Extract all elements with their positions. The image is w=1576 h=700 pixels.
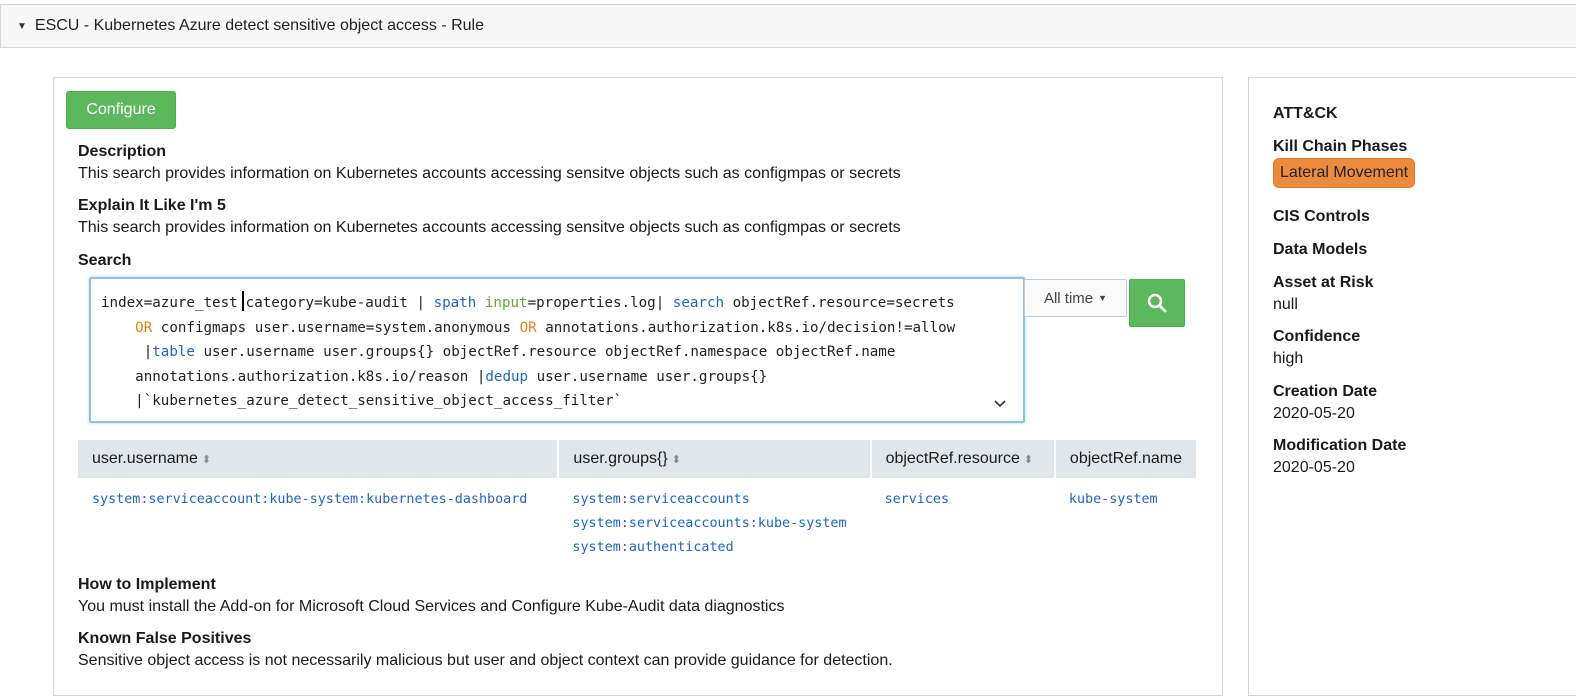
section-title: ESCU - Kubernetes Azure detect sensitive… (34, 17, 485, 34)
known-false-positives-text: Sensitive object access is not necessari… (78, 652, 893, 669)
description-text: This search provides information on Kube… (78, 165, 901, 182)
kill-chain-badge: Lateral Movement (1273, 158, 1416, 188)
creation-date-value: 2020-05-20 (1273, 405, 1355, 422)
search-button[interactable] (1129, 279, 1185, 327)
how-to-implement-text: You must install the Add-on for Microsof… (78, 598, 785, 615)
time-range-picker[interactable]: All time ▼ (1024, 279, 1127, 317)
results-table: user.username ⬍ user.groups{} ⬍ objectRef.… (78, 440, 1199, 560)
metadata-panel: ATT&CK Kill Chain Phases Lateral Movemen… (1248, 77, 1576, 696)
column-header-groups[interactable]: user.groups{} ⬍ (558, 440, 872, 478)
column-header-username[interactable]: user.username ⬍ (78, 440, 560, 478)
search-query-text[interactable]: index=azure_test category=kube-audit | sp… (101, 291, 999, 414)
known-false-positives-label: Known False Positives (78, 630, 252, 647)
cell-resource[interactable]: services (871, 478, 1055, 560)
asset-at-risk-value: null (1273, 296, 1298, 313)
time-range-label: All time (1043, 289, 1094, 307)
column-header-name[interactable]: objectRef.name (1054, 440, 1199, 478)
confidence-value: high (1273, 350, 1304, 367)
data-models-label: Data Models (1273, 241, 1368, 258)
cell-username[interactable]: system:serviceaccount:kube-system:kubern… (78, 478, 558, 560)
confidence-label: Confidence (1273, 328, 1361, 345)
caret-down-icon[interactable]: ▼ (17, 21, 27, 32)
kill-chain-label: Kill Chain Phases (1273, 138, 1408, 155)
sort-icon[interactable]: ⬍ (1024, 454, 1033, 466)
eli5-label: Explain It Like I'm 5 (78, 197, 226, 214)
cell-name[interactable]: kube-system (1055, 478, 1197, 560)
description-label: Description (78, 143, 167, 160)
section-header[interactable]: ▼ ESCU - Kubernetes Azure detect sensiti… (0, 4, 1576, 48)
search-label: Search (78, 252, 132, 269)
group-value[interactable]: system:serviceaccounts (572, 488, 856, 512)
sort-icon[interactable]: ⬍ (202, 454, 211, 466)
how-to-implement-label: How to Implement (78, 576, 216, 593)
caret-down-icon: ▼ (1098, 293, 1108, 303)
chevron-down-icon[interactable] (993, 397, 1007, 411)
asset-at-risk-label: Asset at Risk (1273, 274, 1374, 291)
search-query-editor[interactable]: index=azure_test category=kube-audit | sp… (89, 277, 1025, 423)
creation-date-label: Creation Date (1273, 383, 1378, 400)
eli5-text: This search provides information on Kube… (78, 219, 901, 236)
modification-date-label: Modification Date (1273, 437, 1407, 454)
configure-button[interactable]: Configure (66, 91, 176, 129)
detail-panel: Configure Description This search provid… (53, 77, 1223, 696)
cis-controls-label: CIS Controls (1273, 208, 1370, 225)
search-icon (1147, 293, 1167, 313)
attck-label: ATT&CK (1273, 105, 1338, 122)
cell-groups: system:serviceaccounts system:serviceacc… (558, 478, 870, 560)
group-value[interactable]: system:serviceaccounts:kube-system (572, 512, 856, 536)
text-cursor (241, 291, 244, 311)
column-header-resource[interactable]: objectRef.resource ⬍ (870, 440, 1056, 478)
modification-date-value: 2020-05-20 (1273, 459, 1355, 476)
sort-icon[interactable]: ⬍ (672, 454, 681, 466)
group-value[interactable]: system:authenticated (572, 536, 856, 560)
table-row: system:serviceaccount:kube-system:kubern… (78, 478, 1197, 560)
